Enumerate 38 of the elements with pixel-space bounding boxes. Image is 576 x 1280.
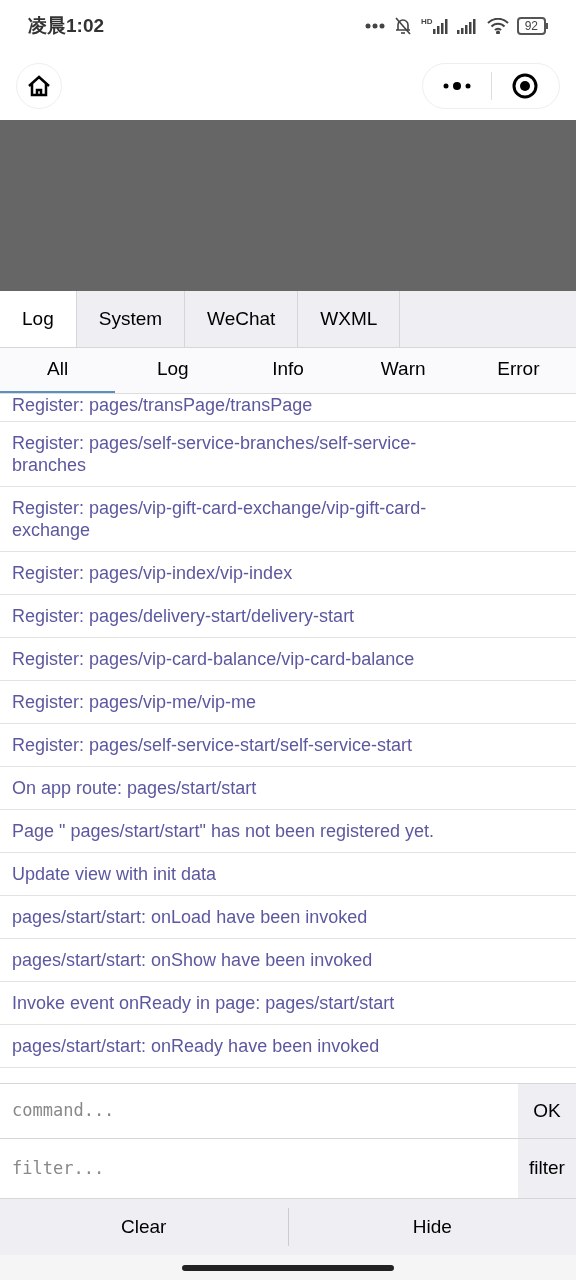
- more-icon: [365, 23, 386, 29]
- filter-field[interactable]: filter...: [0, 1139, 518, 1198]
- action-button[interactable]: Clear: [0, 1208, 288, 1246]
- filter-tab[interactable]: Info: [230, 348, 346, 393]
- target-icon: [512, 73, 539, 99]
- bell-off-icon: [393, 16, 414, 36]
- log-entry: Register: pages/vip-gift-card-exchange/vip-gift-card-exchange: [12, 497, 428, 541]
- log-entry: pages/start/start: onLoad have been invoked: [12, 906, 369, 928]
- log-entry: Update view with init data: [12, 863, 218, 885]
- filter-tab[interactable]: Warn: [345, 348, 461, 393]
- log-entry: Register: pages/vip-me/vip-me: [12, 691, 258, 713]
- battery-indicator: 92: [516, 17, 548, 35]
- console-tab[interactable]: Log: [0, 291, 77, 347]
- action-button[interactable]: Hide: [288, 1208, 576, 1246]
- filter-button[interactable]: filter: [518, 1139, 576, 1198]
- wifi-icon: [486, 18, 509, 34]
- clock: 凌晨1:02: [28, 13, 105, 38]
- log-entry: pages/start/start: onReady have been invoked: [12, 1035, 381, 1057]
- log-entry: Page " pages/start/start" has not been registered yet.: [12, 820, 436, 842]
- log-entry: Register: pages/self-service-branches/self-service-branches: [12, 432, 418, 476]
- signal-icon: [432, 18, 449, 34]
- log-entry: Register: pages/vip-index/vip-index: [12, 562, 294, 584]
- signal-icon: [456, 18, 479, 34]
- log-entry: pages/start/start: onShow have been invoked: [12, 949, 374, 971]
- network-label: HD: [421, 18, 433, 26]
- log-entry: Invoke event onReady in page: pages/start/start: [12, 992, 396, 1014]
- log-entry: Register: pages/delivery-start/delivery-start: [12, 605, 356, 627]
- log-entry: On app route: pages/start/start: [12, 777, 258, 799]
- more-icon: [442, 81, 471, 91]
- log-entry: Register: pages/vip-card-balance/vip-card-balance: [12, 648, 416, 670]
- command-field[interactable]: command...: [0, 1084, 518, 1138]
- filter-tab[interactable]: All: [0, 348, 116, 393]
- log-entry: Register: pages/transPage/transPage: [12, 394, 314, 416]
- ok-button[interactable]: OK: [518, 1084, 576, 1138]
- filter-tab[interactable]: Log: [115, 348, 231, 393]
- log-entry: Register: pages/self-service-start/self-service-start: [12, 734, 414, 756]
- home-icon: [27, 75, 51, 97]
- filter-tab[interactable]: Error: [460, 348, 576, 393]
